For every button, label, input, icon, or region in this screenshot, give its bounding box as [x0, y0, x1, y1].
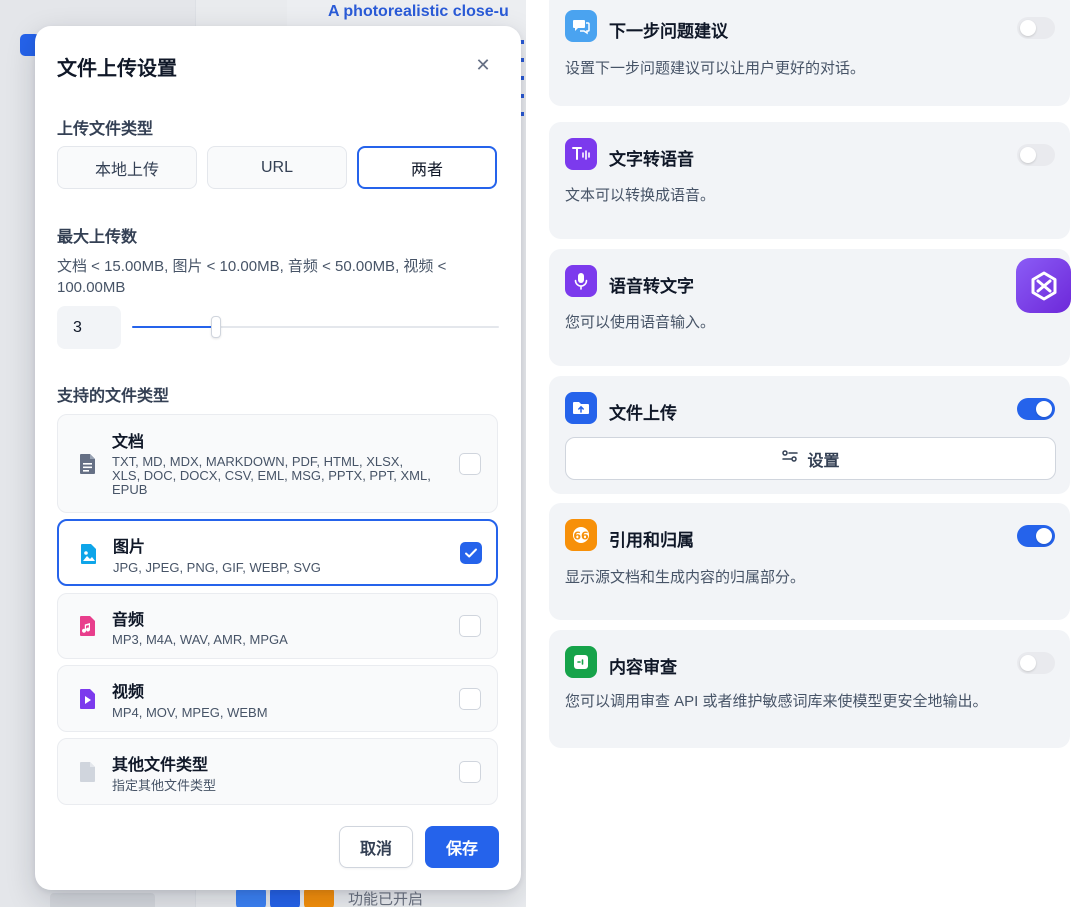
file-upload-settings-button[interactable]: 设置 [565, 437, 1056, 480]
feature-description: 您可以使用语音输入。 [565, 314, 716, 331]
settings-button-label: 设置 [807, 452, 840, 470]
close-icon[interactable]: ✕ [472, 54, 494, 76]
feature-title: 内容审查 [609, 658, 677, 677]
moderation-icon [565, 646, 597, 678]
svg-text:66: 66 [573, 530, 589, 543]
file-type-audio[interactable]: 音频 MP3, M4A, WAV, AMR, MPGA [57, 593, 498, 659]
file-type-checkbox-checked[interactable] [460, 542, 482, 564]
microphone-icon [565, 265, 597, 297]
save-button[interactable]: 保存 [425, 826, 499, 868]
document-icon [78, 453, 98, 475]
cancel-button[interactable]: 取消 [339, 826, 413, 868]
file-type-extensions: MP3, M4A, WAV, AMR, MPGA [112, 632, 288, 647]
file-type-document[interactable]: 文档 TXT, MD, MDX, MARKDOWN, PDF, HTML, XL… [57, 414, 498, 513]
upload-type-both-button[interactable]: 两者 [357, 146, 497, 189]
feature-card-text-to-speech: 文字转语音 文本可以转换成语音。 [549, 122, 1070, 239]
background-prompt-text: A photorealistic close-u [328, 3, 509, 20]
feature-description: 设置下一步问题建议可以让用户更好的对话。 [565, 60, 866, 77]
feature-toggle[interactable] [1017, 17, 1055, 39]
file-type-name: 图片 [113, 539, 146, 556]
feature-card-citation: 66 引用和归属 显示源文档和生成内容的归属部分。 [549, 503, 1070, 620]
feature-card-speech-to-text: 语音转文字 您可以使用语音输入。 [549, 249, 1070, 366]
feature-toggle[interactable] [1017, 525, 1055, 547]
chat-suggest-icon [565, 10, 597, 42]
quote-icon: 66 [565, 519, 597, 551]
features-panel: 下一步问题建议 设置下一步问题建议可以让用户更好的对话。 文字转语音 文本可以转… [526, 0, 1080, 907]
max-uploads-label: 最大上传数 [57, 229, 138, 246]
feature-description: 显示源文档和生成内容的归属部分。 [565, 569, 806, 586]
file-type-checkbox[interactable] [459, 453, 481, 475]
feature-title: 下一步问题建议 [609, 22, 728, 41]
file-type-checkbox[interactable] [459, 761, 481, 783]
settings-sliders-icon [781, 449, 799, 468]
feature-toggle[interactable] [1017, 398, 1055, 420]
file-type-image[interactable]: 图片 JPG, JPEG, PNG, GIF, WEBP, SVG [57, 519, 498, 586]
modal-title: 文件上传设置 [57, 58, 177, 80]
upload-type-local-button[interactable]: 本地上传 [57, 146, 197, 189]
file-type-extensions: 指定其他文件类型 [112, 778, 217, 793]
feature-toggle[interactable] [1017, 144, 1055, 166]
file-type-extensions: JPG, JPEG, PNG, GIF, WEBP, SVG [113, 560, 321, 575]
file-type-checkbox[interactable] [459, 615, 481, 637]
file-type-name: 视频 [112, 684, 145, 701]
feature-title: 文件上传 [609, 404, 677, 423]
feature-title: 引用和归属 [609, 531, 694, 550]
video-icon [78, 688, 98, 710]
upload-type-label: 上传文件类型 [57, 121, 154, 138]
feature-toggle[interactable] [1017, 652, 1055, 674]
file-type-name: 文档 [112, 434, 145, 451]
supported-types-label: 支持的文件类型 [57, 388, 170, 405]
file-type-extensions: MP4, MOV, MPEG, WEBM [112, 705, 268, 720]
text-to-speech-icon [565, 138, 597, 170]
upload-type-selector: 本地上传 URL 两者 [57, 146, 497, 189]
feature-card-next-question: 下一步问题建议 设置下一步问题建议可以让用户更好的对话。 [549, 0, 1070, 106]
feature-description: 您可以调用审查 API 或者维护敏感词库来使模型更安全地输出。 [565, 693, 988, 710]
file-upload-settings-modal: 文件上传设置 ✕ 上传文件类型 本地上传 URL 两者 最大上传数 文档 < 1… [35, 26, 521, 890]
file-type-name: 音频 [112, 612, 145, 629]
slider-thumb[interactable] [211, 316, 222, 338]
file-type-other[interactable]: 其他文件类型 指定其他文件类型 [57, 738, 498, 805]
max-uploads-slider[interactable] [132, 316, 499, 338]
file-upload-icon [565, 392, 597, 424]
slider-fill [132, 326, 217, 328]
file-type-extensions: TXT, MD, MDX, MARKDOWN, PDF, HTML, XLSX,… [112, 454, 431, 497]
other-file-icon [78, 761, 98, 783]
background-element [50, 893, 155, 907]
image-icon [79, 543, 99, 565]
feature-card-file-upload: 文件上传 设置 [549, 376, 1070, 494]
checkmark-icon [465, 548, 477, 558]
feature-title: 文字转语音 [609, 150, 694, 169]
file-type-checkbox[interactable] [459, 688, 481, 710]
feature-description: 文本可以转换成语音。 [565, 187, 716, 204]
upload-type-url-button[interactable]: URL [207, 146, 347, 189]
feature-title: 语音转文字 [609, 277, 694, 296]
file-type-video[interactable]: 视频 MP4, MOV, MPEG, WEBM [57, 665, 498, 732]
features-enabled-text: 功能已开启 [348, 890, 424, 907]
size-limits-text: 文档 < 15.00MB, 图片 < 10.00MB, 音频 < 50.00MB… [57, 258, 447, 296]
max-uploads-input[interactable]: 3 [57, 306, 121, 349]
audio-icon [78, 615, 98, 637]
assistant-logo-icon[interactable] [1016, 258, 1071, 313]
file-type-name: 其他文件类型 [112, 757, 209, 774]
feature-card-moderation: 内容审查 您可以调用审查 API 或者维护敏感词库来使模型更安全地输出。 [549, 630, 1070, 748]
